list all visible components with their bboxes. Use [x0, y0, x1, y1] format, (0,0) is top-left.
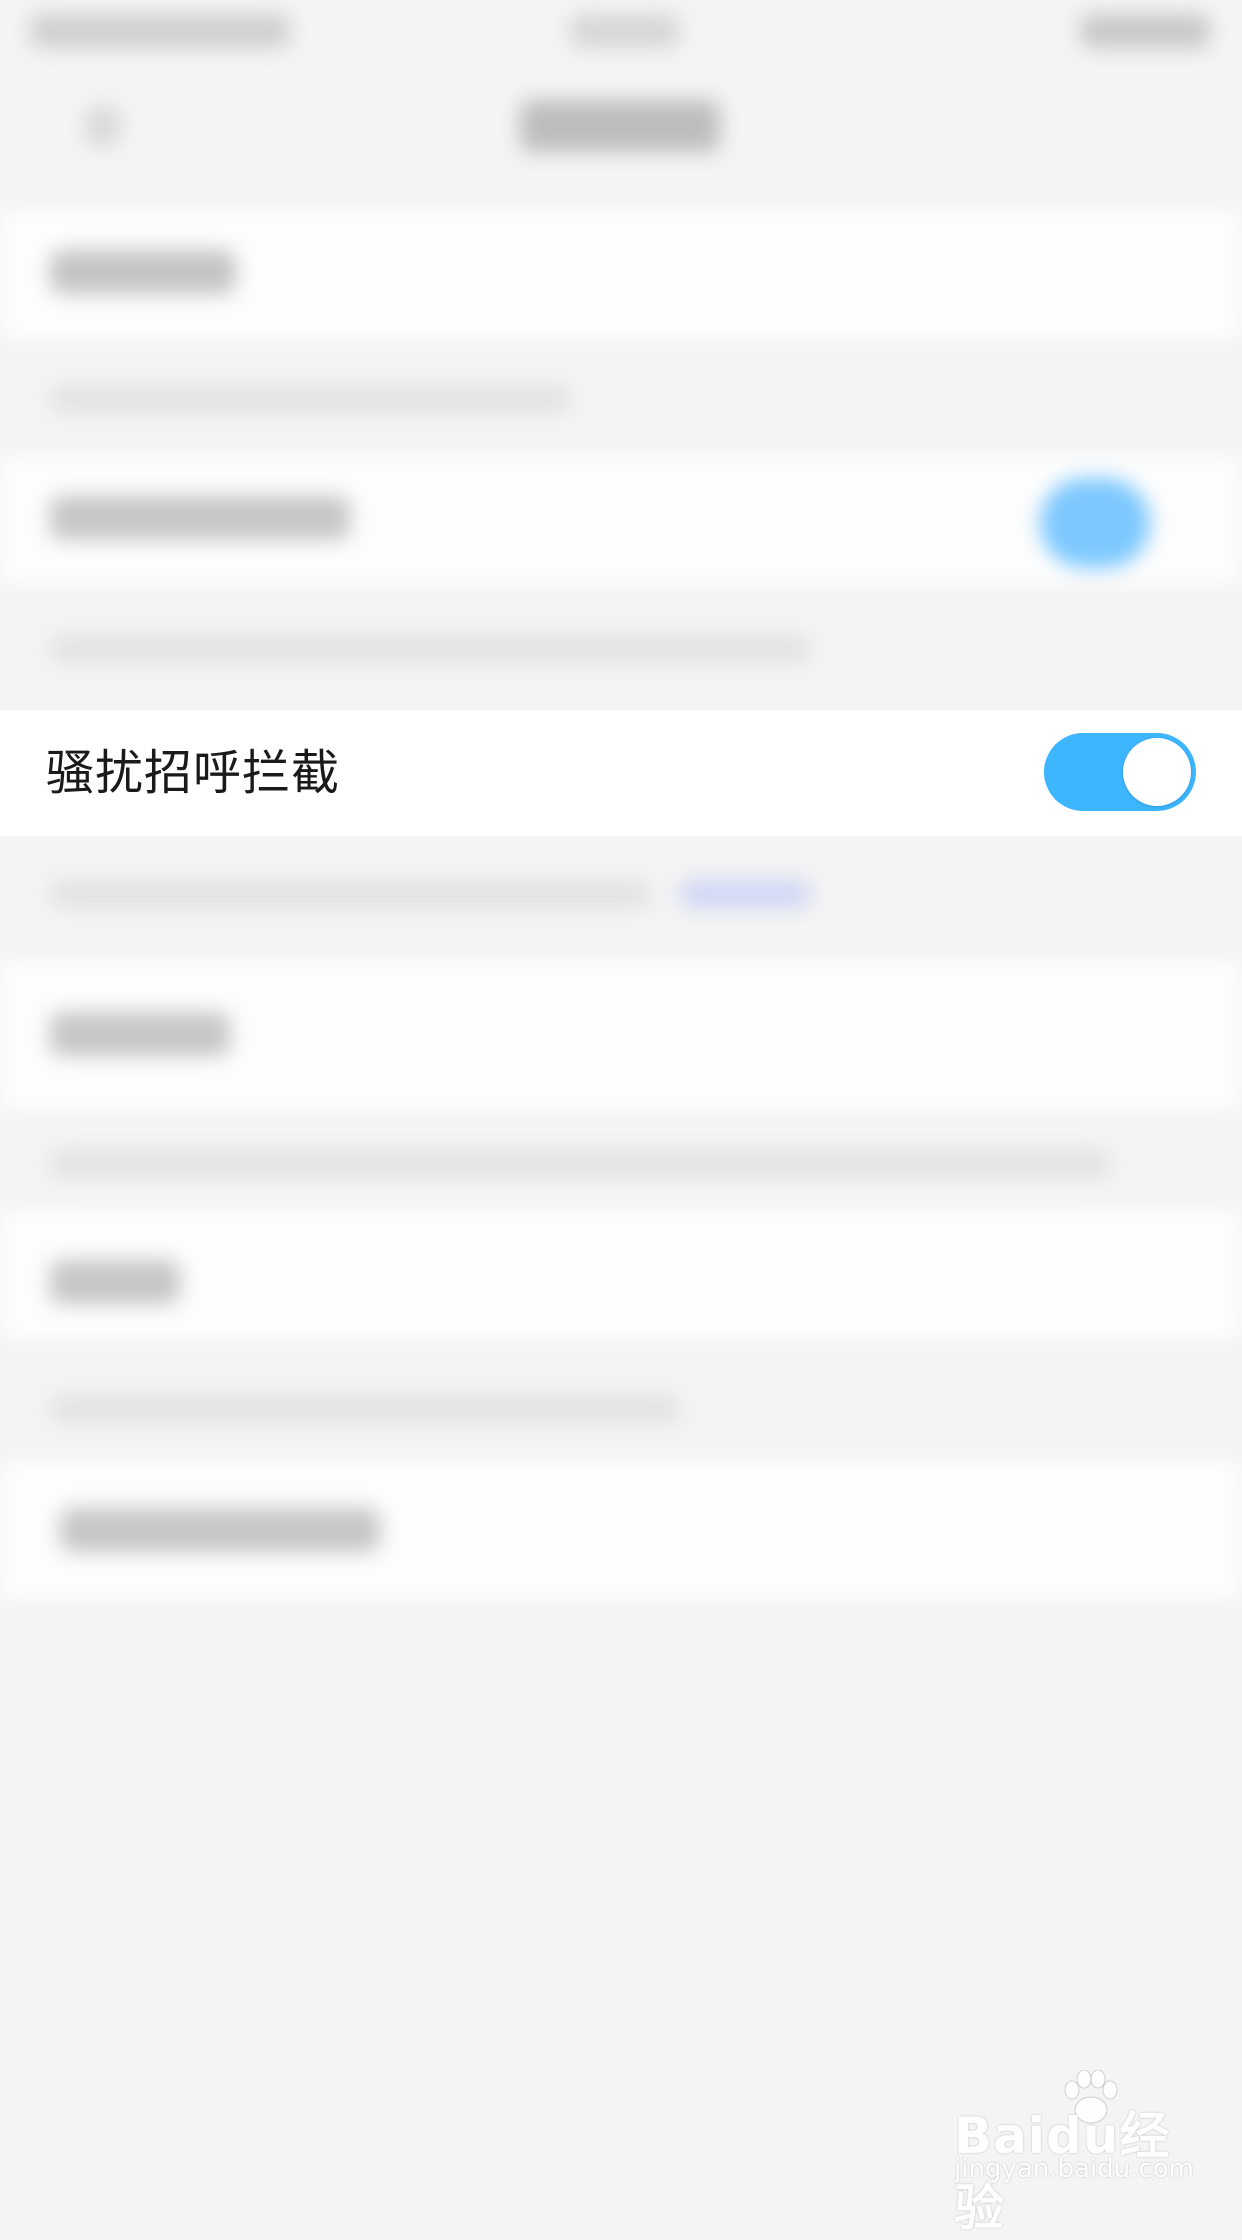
- harassment-block-toggle[interactable]: [1044, 733, 1196, 811]
- setting-title-4: [50, 1012, 230, 1056]
- setting-toggle-2[interactable]: [1040, 478, 1150, 568]
- status-bar-battery: [1080, 14, 1210, 48]
- status-bar-time: [570, 14, 680, 48]
- setting-title-1: [50, 250, 236, 294]
- setting-title-5: [50, 1260, 180, 1304]
- setting-description-1: [50, 385, 570, 413]
- settings-group-5: [0, 1210, 1242, 1340]
- page-title: [520, 100, 720, 152]
- watermark: Baidu经验 jingyan.baidu.com: [950, 2070, 1210, 2237]
- setting-title-2: [50, 496, 350, 540]
- setting-title-6: [60, 1508, 380, 1552]
- toggle-knob: [1123, 738, 1191, 806]
- setting-label: 骚扰招呼拦截: [46, 745, 341, 801]
- setting-link-3[interactable]: [680, 880, 810, 908]
- setting-description-5: [50, 1395, 680, 1423]
- setting-description-3: [50, 880, 650, 908]
- back-icon[interactable]: [86, 106, 120, 146]
- watermark-url: jingyan.baidu.com: [954, 2154, 1194, 2184]
- setting-description-2: [50, 635, 810, 663]
- status-bar-carrier: [30, 14, 290, 48]
- blurred-background: [0, 0, 1242, 2208]
- setting-description-4: [50, 1150, 1110, 1178]
